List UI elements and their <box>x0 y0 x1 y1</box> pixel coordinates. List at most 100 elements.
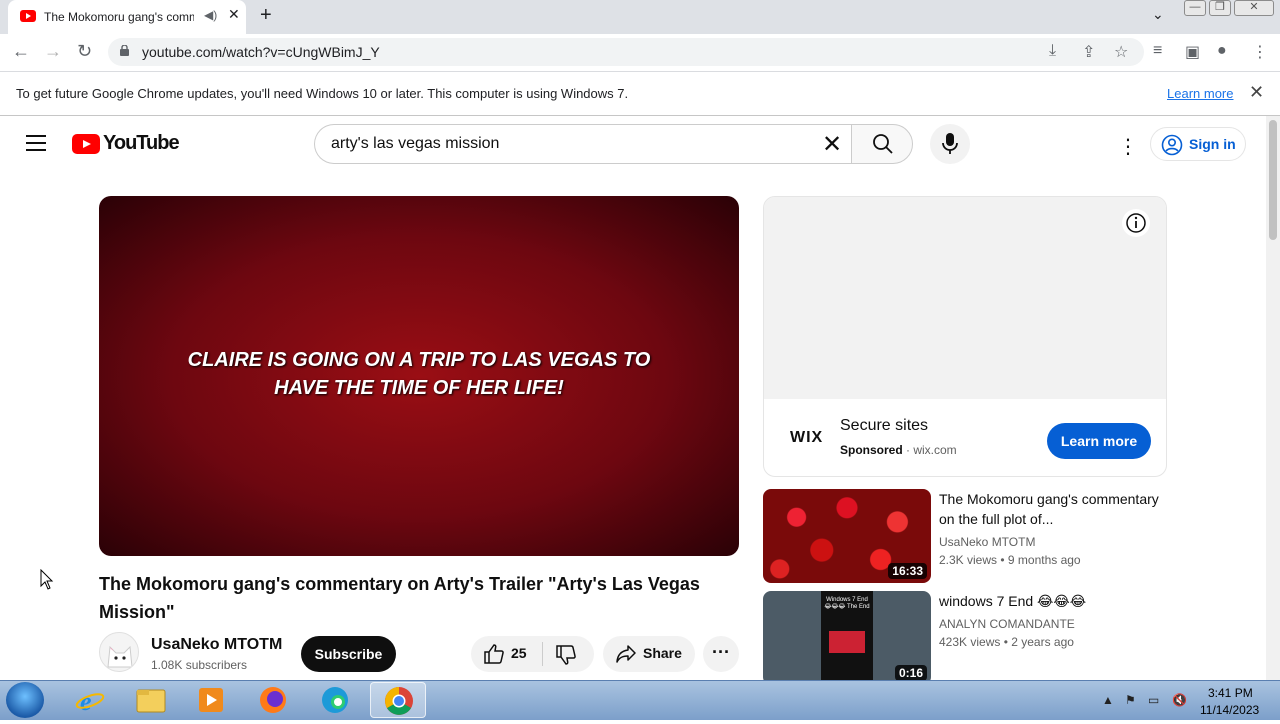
mouse-cursor-icon <box>40 569 54 590</box>
url-text: youtube.com/watch?v=cUngWBimJ_Y <box>142 44 380 60</box>
chrome-menu-icon[interactable]: ⋮ <box>1252 42 1268 62</box>
thumbnail-image <box>829 631 865 653</box>
video-caption: CLAIRE IS GOING ON A TRIP TO LAS VEGAS T… <box>99 346 739 402</box>
channel-avatar[interactable] <box>99 632 139 672</box>
close-tab-button[interactable]: ✕ <box>228 6 240 23</box>
thumbnail-text: Windows 7 End 😂😂😂 The End <box>824 597 870 610</box>
youtube-favicon-icon <box>20 10 36 22</box>
restore-button[interactable]: ❐ <box>1209 0 1231 16</box>
back-arrow-icon[interactable]: ← <box>12 41 30 62</box>
new-tab-button[interactable]: + <box>260 4 272 27</box>
video-thumbnail[interactable]: 16:33 <box>763 489 931 583</box>
channel-name[interactable]: UsaNeko MTOTM <box>151 636 282 654</box>
edge-icon[interactable] <box>307 682 363 718</box>
close-window-button[interactable]: ✕ <box>1234 0 1274 16</box>
reload-icon[interactable]: ↻ <box>77 41 92 62</box>
sponsored-ad-card[interactable]: WIX Secure sites Sponsored · wix.com Lea… <box>763 196 1167 477</box>
bookmark-star-icon[interactable]: ☆ <box>1114 42 1128 62</box>
cat-avatar-icon <box>107 645 133 668</box>
channel-name[interactable]: ANALYN COMANDANTE <box>939 617 1075 631</box>
list-item[interactable]: Windows 7 End 😂😂😂 The End 0:16 windows 7… <box>763 591 1167 685</box>
action-center-flag-icon[interactable]: ⚑ <box>1125 693 1136 707</box>
forward-arrow-icon[interactable]: → <box>44 41 62 62</box>
minimize-button[interactable]: — <box>1184 0 1206 16</box>
microphone-icon <box>942 133 958 154</box>
video-meta: 423K views • 2 years ago <box>939 635 1074 649</box>
tab-title: The Mokomoru gang's comm <box>44 10 194 24</box>
channel-name[interactable]: UsaNeko MTOTM <box>939 535 1035 549</box>
subscribe-button[interactable]: Subscribe <box>301 636 396 672</box>
media-controls-icon[interactable]: ≡ <box>1153 42 1162 60</box>
voice-search-button[interactable] <box>930 124 970 164</box>
scrollbar-thumb[interactable] <box>1269 120 1277 240</box>
audio-playing-icon[interactable]: ◀) <box>204 8 217 22</box>
tab-search-chevron-icon[interactable]: ⌄ <box>1152 6 1164 23</box>
side-panel-icon[interactable]: ▣ <box>1185 42 1200 62</box>
ad-headline[interactable]: Secure sites <box>840 417 928 435</box>
svg-text:e: e <box>80 687 92 716</box>
sponsored-label: Sponsored <box>840 443 903 457</box>
windows-start-button[interactable] <box>6 682 44 718</box>
hamburger-menu-icon[interactable] <box>26 135 46 151</box>
search-icon <box>873 134 893 154</box>
thumbs-up-icon[interactable] <box>483 643 505 665</box>
account-circle-icon <box>1161 134 1183 156</box>
ad-sponsored-line: Sponsored · wix.com <box>840 443 957 457</box>
share-page-icon[interactable]: ⇪ <box>1082 42 1095 62</box>
search-query-text: arty's las vegas mission <box>331 135 500 152</box>
like-dislike-group: 25 <box>471 636 594 672</box>
clear-search-icon[interactable]: ✕ <box>822 130 842 159</box>
youtube-logo-icon[interactable] <box>72 134 100 154</box>
ad-learn-more-button[interactable]: Learn more <box>1047 423 1151 459</box>
thumbs-down-icon[interactable] <box>555 644 577 666</box>
caption-line-1: CLAIRE IS GOING ON A TRIP TO LAS VEGAS T… <box>187 349 651 371</box>
internet-explorer-icon[interactable]: e <box>62 682 118 718</box>
more-actions-button[interactable]: ··· <box>703 636 739 672</box>
lock-icon <box>120 45 129 56</box>
like-divider <box>542 642 543 666</box>
clock-time[interactable]: 3:41 PM <box>1208 686 1253 700</box>
search-input[interactable]: arty's las vegas mission <box>314 124 852 164</box>
wix-logo: WIX <box>790 429 824 446</box>
share-label: Share <box>643 645 682 661</box>
update-infobar: To get future Google Chrome updates, you… <box>0 72 1280 116</box>
volume-muted-icon[interactable]: 🔇 <box>1172 693 1187 707</box>
share-arrow-icon <box>616 645 636 663</box>
address-bar[interactable]: youtube.com/watch?v=cUngWBimJ_Y <box>108 38 1144 66</box>
video-title[interactable]: windows 7 End 😂😂😂 <box>939 591 1159 611</box>
list-item[interactable]: 16:33 The Mokomoru gang's commentary on … <box>763 489 1167 583</box>
infobar-message: To get future Google Chrome updates, you… <box>16 86 629 101</box>
sign-in-label: Sign in <box>1189 136 1236 152</box>
video-duration: 0:16 <box>894 665 927 681</box>
install-app-icon[interactable]: ⤓ <box>1049 42 1056 60</box>
infobar-close-button[interactable]: ✕ <box>1249 82 1264 103</box>
network-icon[interactable]: ▭ <box>1148 693 1159 707</box>
youtube-wordmark[interactable]: YouTube <box>103 132 180 155</box>
clock-date[interactable]: 11/14/2023 <box>1200 703 1259 717</box>
video-meta: 2.3K views • 9 months ago <box>939 553 1081 567</box>
infobar-learn-more-link[interactable]: Learn more <box>1167 86 1233 101</box>
chrome-taskbar-icon[interactable] <box>370 682 426 718</box>
show-hidden-icons-icon[interactable]: ▲ <box>1102 693 1114 707</box>
ad-media[interactable] <box>764 197 1166 399</box>
thumbnail-screen: Windows 7 End 😂😂😂 The End <box>821 591 873 685</box>
video-title: The Mokomoru gang's commentary on Arty's… <box>99 574 700 622</box>
share-button[interactable]: Share <box>603 636 695 672</box>
firefox-icon[interactable] <box>245 682 301 718</box>
ad-info-icon[interactable] <box>1122 209 1150 237</box>
file-explorer-icon[interactable] <box>123 682 179 718</box>
subscriber-count: 1.08K subscribers <box>151 658 248 672</box>
sign-in-button[interactable]: Sign in <box>1150 127 1246 161</box>
video-duration: 16:33 <box>888 563 927 579</box>
ad-domain: · wix.com <box>906 443 957 457</box>
browser-tab[interactable]: The Mokomoru gang's comm ◀) ✕ <box>8 0 246 34</box>
profile-icon[interactable]: ● <box>1217 42 1227 60</box>
video-title[interactable]: The Mokomoru gang's commentary on the fu… <box>939 489 1159 529</box>
video-player[interactable]: CLAIRE IS GOING ON A TRIP TO LAS VEGAS T… <box>99 196 739 556</box>
search-button[interactable] <box>851 124 913 164</box>
settings-kebab-icon[interactable]: ⋮ <box>1118 134 1138 159</box>
video-thumbnail[interactable]: Windows 7 End 😂😂😂 The End 0:16 <box>763 591 931 685</box>
caption-line-2: HAVE THE TIME OF HER LIFE! <box>274 377 564 399</box>
media-player-icon[interactable] <box>183 682 239 718</box>
like-count[interactable]: 25 <box>511 645 527 661</box>
